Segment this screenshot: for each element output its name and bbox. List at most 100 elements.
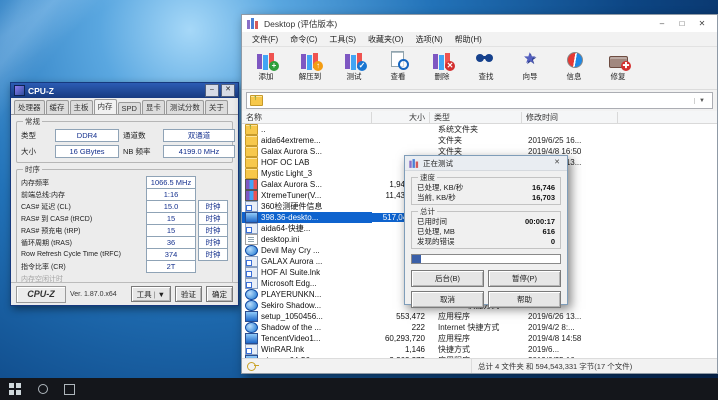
- stat-value: 0: [551, 237, 555, 246]
- dialog-titlebar[interactable]: 正在测试 ✕: [405, 156, 567, 171]
- menu-item[interactable]: 选项(N): [410, 34, 449, 45]
- file-row[interactable]: aida64extreme... 文件夹 2019/6/25 16...: [242, 135, 717, 146]
- toolbar-button-label: 解压到: [299, 71, 322, 82]
- url-icon: [245, 300, 258, 311]
- toolbar-button[interactable]: 查找: [464, 48, 508, 88]
- menu-item[interactable]: 命令(C): [284, 34, 323, 45]
- view-icon: [385, 50, 411, 70]
- column-header[interactable]: 修改时间: [522, 112, 618, 123]
- cpuz-tab[interactable]: 内存: [94, 99, 117, 114]
- file-size: 1,146: [372, 345, 430, 354]
- file-row[interactable]: TencentVideo1... 60,293,720 应用程序 2019/4/…: [242, 333, 717, 344]
- menu-item[interactable]: 帮助(H): [449, 34, 488, 45]
- toolbar-button-label: 测试: [347, 71, 362, 82]
- toolbar-button[interactable]: 添加: [244, 48, 288, 88]
- file-name: XtremeTuner(V...: [261, 191, 321, 200]
- group-title: 总计: [418, 207, 437, 216]
- file-row[interactable]: WinRAR.lnk 1,146 快捷方式 2019/6...: [242, 344, 717, 355]
- cpuz-tab[interactable]: 显卡: [142, 100, 165, 114]
- find-icon: [473, 50, 499, 70]
- cpuz-logo: CPU-Z: [16, 286, 66, 303]
- chevron-down-icon[interactable]: ▼: [694, 98, 709, 104]
- dialog-button[interactable]: 帮助: [488, 291, 561, 308]
- cpuz-tab[interactable]: 处理器: [14, 100, 45, 114]
- toolbar-button[interactable]: 向导: [508, 48, 552, 88]
- stat-value: 16,746: [532, 183, 555, 192]
- toolbar-button-label: 删除: [435, 71, 450, 82]
- cpuz-tab[interactable]: 缓存: [46, 100, 69, 114]
- task-view-icon[interactable]: [56, 378, 82, 400]
- file-modified: 2019/6...: [522, 345, 618, 354]
- file-name: Sekiro Shadow...: [261, 301, 321, 310]
- winrar-titlebar[interactable]: Desktop (评估版本) – □ ✕: [242, 15, 717, 32]
- toolbar-button[interactable]: 修复: [596, 48, 640, 88]
- file-modified: 2019/4/8 14:58: [522, 334, 618, 343]
- toolbar-button[interactable]: 查看: [376, 48, 420, 88]
- close-icon[interactable]: ✕: [550, 157, 564, 169]
- file-name: Devil May Cry ...: [261, 246, 320, 255]
- delete-icon: [429, 50, 455, 70]
- toolbar-button[interactable]: 解压到: [288, 48, 332, 88]
- file-type: 快捷方式: [430, 344, 522, 355]
- folder-icon: [245, 135, 258, 146]
- stat-row: 当前, KB/秒 16,703: [417, 192, 555, 202]
- toolbar: 添加 解压到 测试 查看 删除: [242, 47, 717, 90]
- minimize-button[interactable]: –: [652, 17, 672, 31]
- start-button[interactable]: [0, 378, 30, 400]
- lnk-icon: [245, 278, 258, 289]
- file-type: 应用程序: [430, 333, 522, 344]
- file-size: 553,472: [372, 312, 430, 321]
- dialog-button[interactable]: 后台(B): [411, 270, 484, 287]
- menu-bar: 文件(F) 命令(C) 工具(S) 收藏夹(O) 选项(N) 帮助(H): [242, 32, 717, 47]
- file-row[interactable]: setup_1050456... 553,472 应用程序 2019/6/26 …: [242, 311, 717, 322]
- menu-item[interactable]: 收藏夹(O): [362, 34, 410, 45]
- column-header[interactable]: 大小: [372, 112, 430, 123]
- file-name: HOF AI Suite.lnk: [261, 268, 320, 277]
- maximize-button[interactable]: □: [672, 17, 692, 31]
- file-name: ..: [261, 125, 265, 134]
- validate-button[interactable]: 验证: [175, 286, 202, 302]
- menu-item[interactable]: 文件(F): [246, 34, 284, 45]
- repair-icon: [605, 50, 631, 70]
- taskbar-search-icon[interactable]: [30, 378, 56, 400]
- ok-button[interactable]: 确定: [206, 286, 233, 302]
- timing-row: CAS# 延迟 (CL) 15.0 时钟: [21, 201, 228, 212]
- file-name: Shadow of the ...: [261, 323, 321, 332]
- address-combobox[interactable]: ▼: [246, 92, 713, 109]
- dialog-buttons: 后台(B) 暂停(P) 取消 帮助: [411, 270, 561, 308]
- toolbar-button[interactable]: 删除: [420, 48, 464, 88]
- column-header[interactable]: 名称: [242, 112, 372, 123]
- file-row[interactable]: .. 系统文件夹: [242, 124, 717, 135]
- tools-button[interactable]: 工具 | ▼: [131, 286, 171, 302]
- minimize-button[interactable]: –: [205, 84, 219, 97]
- close-icon[interactable]: ✕: [692, 17, 712, 31]
- close-icon[interactable]: ✕: [221, 84, 235, 97]
- column-header[interactable]: 类型: [430, 112, 522, 123]
- cpuz-tab[interactable]: SPD: [118, 102, 141, 114]
- winrar-app-icon: [409, 159, 419, 168]
- dialog-button[interactable]: 取消: [411, 291, 484, 308]
- toolbar-button-label: 修复: [611, 71, 626, 82]
- cpuz-tab[interactable]: 测试分数: [166, 100, 204, 114]
- timing-row: Row Refresh Cycle Time (tRFC) 374 时钟: [21, 249, 228, 260]
- cpuz-tab[interactable]: 关于: [205, 100, 228, 114]
- file-name: Galax Aurora S...: [261, 147, 322, 156]
- file-name: setup_1050456...: [261, 312, 323, 321]
- file-name: 360检测硬件信息: [261, 201, 322, 212]
- toolbar-button[interactable]: 信息: [552, 48, 596, 88]
- test-icon: [341, 50, 367, 70]
- winrar-app-icon: [247, 18, 260, 29]
- cpuz-titlebar[interactable]: CPU-Z – ✕: [11, 83, 238, 98]
- cpuz-tab-strip: 处理器 缓存 主板 内存 SPD 显卡 测试分数 关于: [11, 98, 238, 115]
- extract-icon: [297, 50, 323, 70]
- toolbar-button[interactable]: 测试: [332, 48, 376, 88]
- lnk-icon: [245, 344, 258, 355]
- add-icon: [253, 50, 279, 70]
- menu-item[interactable]: 工具(S): [323, 34, 362, 45]
- url-icon: [245, 289, 258, 300]
- timing-unit: 时钟: [198, 248, 228, 261]
- dialog-button[interactable]: 暂停(P): [488, 270, 561, 287]
- stat-label: 当前, KB/秒: [417, 192, 456, 203]
- cpuz-tab[interactable]: 主板: [70, 100, 93, 114]
- file-row[interactable]: Shadow of the ... 222 Internet 快捷方式 2019…: [242, 322, 717, 333]
